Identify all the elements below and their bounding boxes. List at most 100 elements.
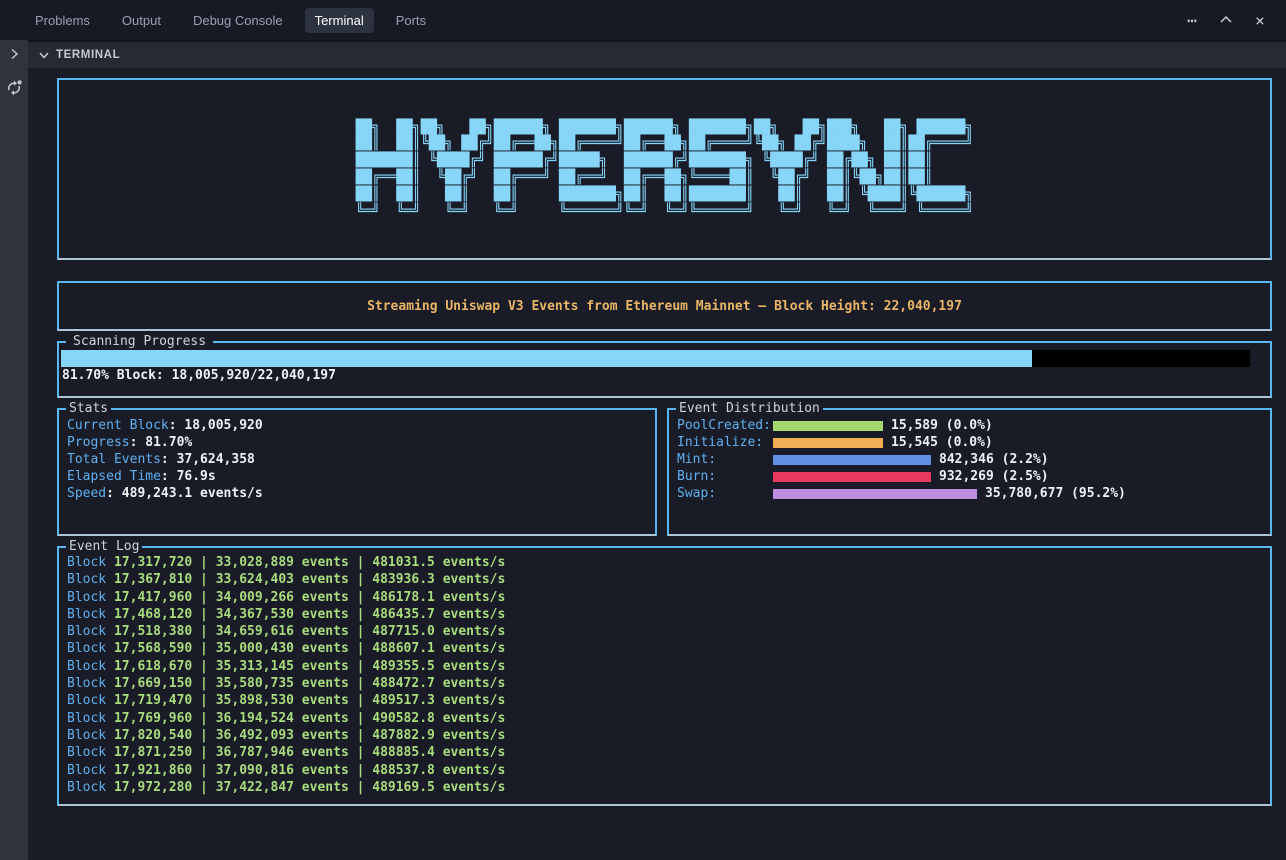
event-log-block-word: Block	[67, 763, 114, 778]
event-log-values: 17,871,250 | 36,787,946 events | 488885.…	[114, 745, 505, 760]
event-log-values: 17,820,540 | 36,492,093 events | 487882.…	[114, 728, 505, 743]
event-log-values: 17,719,470 | 35,898,530 events | 489517.…	[114, 693, 505, 708]
close-panel-icon[interactable]: ×	[1250, 10, 1270, 30]
event-log-row: Block 17,417,960 | 34,009,266 events | 4…	[67, 589, 1262, 606]
event-log-list: Block 17,317,720 | 33,028,889 events | 4…	[67, 554, 1262, 796]
event-log-block-word: Block	[67, 780, 114, 795]
event-log-values: 17,669,150 | 35,580,735 events | 488472.…	[114, 676, 505, 691]
distribution-value: 15,545 (0.0%)	[891, 435, 993, 450]
distribution-row: Swap:35,780,677 (95.2%)	[677, 485, 1262, 502]
side-strip	[0, 40, 28, 860]
stats-row: Elapsed Time: 76.9s	[67, 468, 647, 485]
banner-box: ██╗ ██╗██╗ ██╗██████╗ ███████╗██████╗ ██…	[57, 78, 1272, 260]
event-log-block-word: Block	[67, 728, 114, 743]
distribution-label: Burn:	[677, 469, 773, 484]
stats-value: : 489,243.1 events/s	[106, 486, 263, 501]
subtitle-box: Streaming Uniswap V3 Events from Ethereu…	[57, 281, 1272, 331]
stats-value: : 81.70%	[130, 435, 193, 450]
stats-box: Stats Current Block: 18,005,920Progress:…	[57, 408, 657, 536]
event-log-values: 17,972,280 | 37,422,847 events | 489169.…	[114, 780, 505, 795]
event-log-block-word: Block	[67, 590, 114, 605]
stats-label: Speed	[67, 486, 106, 501]
distribution-list: PoolCreated: 15,589 (0.0%) Initialize: 15,5…	[677, 417, 1262, 502]
stats-row: Total Events: 37,624,358	[67, 451, 647, 468]
event-log-title: Event Log	[66, 539, 142, 555]
event-log-block-word: Block	[67, 624, 114, 639]
sync-icon[interactable]	[0, 74, 28, 102]
distribution-bar	[773, 421, 883, 431]
scanning-progress-box: Scanning Progress 81.70% Block: 18,005,9…	[57, 341, 1272, 398]
event-log-row: Block 17,618,670 | 35,313,145 events | 4…	[67, 658, 1262, 675]
distribution-row: Initialize: 15,545 (0.0%)	[677, 434, 1262, 451]
event-log-block-word: Block	[67, 659, 114, 674]
scanning-progress-title: Scanning Progress	[66, 334, 213, 350]
expand-sidebar-chevron-icon[interactable]	[0, 40, 28, 68]
event-log-block-word: Block	[67, 572, 114, 587]
chevron-down-icon[interactable]	[38, 49, 50, 61]
stream-subtitle: Streaming Uniswap V3 Events from Ethereu…	[367, 299, 962, 314]
stats-list: Current Block: 18,005,920Progress: 81.70…	[67, 417, 647, 502]
terminal-output: ██╗ ██╗██╗ ██╗██████╗ ███████╗██████╗ ██…	[28, 68, 1286, 860]
distribution-label: Swap:	[677, 486, 773, 501]
tab-problems[interactable]: Problems	[25, 8, 100, 33]
event-log-values: 17,417,960 | 34,009,266 events | 486178.…	[114, 590, 505, 605]
event-log-values: 17,367,810 | 33,624,403 events | 483936.…	[114, 572, 505, 587]
stats-row: Current Block: 18,005,920	[67, 417, 647, 434]
event-log-row: Block 17,921,860 | 37,090,816 events | 4…	[67, 762, 1262, 779]
distribution-label: Initialize:	[677, 435, 773, 450]
distribution-value: 15,589 (0.0%)	[891, 418, 993, 433]
event-log-block-word: Block	[67, 693, 114, 708]
event-log-block-word: Block	[67, 676, 114, 691]
event-distribution-box: Event Distribution PoolCreated:15,589 (0…	[667, 408, 1272, 536]
event-distribution-title: Event Distribution	[676, 401, 823, 417]
tab-ports[interactable]: Ports	[386, 8, 436, 33]
distribution-row: Mint: 842,346 (2.2%)	[677, 451, 1262, 468]
distribution-label: PoolCreated:	[677, 418, 773, 433]
panel-tabs: Problems Output Debug Console Terminal Ports	[0, 8, 448, 33]
panel-tabbar: Problems Output Debug Console Terminal Ports…	[0, 0, 1286, 40]
event-log-block-word: Block	[67, 555, 114, 570]
distribution-value: 842,346 (2.2%)	[939, 452, 1049, 467]
progress-bar-fill	[61, 350, 1032, 367]
distribution-label: Mint:	[677, 452, 773, 467]
event-log-values: 17,769,960 | 36,194,524 events | 490582.…	[114, 711, 505, 726]
event-log-block-word: Block	[67, 711, 114, 726]
stats-label: Current Block	[67, 418, 169, 433]
terminal-panel-title: TERMINAL	[56, 49, 120, 61]
stats-label: Total Events	[67, 452, 161, 467]
event-log-block-word: Block	[67, 607, 114, 622]
event-log-values: 17,468,120 | 34,367,530 events | 486435.…	[114, 607, 505, 622]
event-log-row: Block 17,468,120 | 34,367,530 events | 4…	[67, 606, 1262, 623]
stats-label: Elapsed Time	[67, 469, 161, 484]
event-log-row: Block 17,669,150 | 35,580,735 events | 4…	[67, 675, 1262, 692]
event-log-row: Block 17,317,720 | 33,028,889 events | 4…	[67, 554, 1262, 571]
tab-terminal[interactable]: Terminal	[305, 8, 374, 33]
distribution-bar	[773, 455, 931, 465]
tab-debug-console[interactable]: Debug Console	[183, 8, 293, 33]
stats-title: Stats	[66, 401, 111, 417]
progress-label: 81.70% Block: 18,005,920/22,040,197	[62, 368, 1270, 383]
maximize-panel-icon[interactable]	[1216, 10, 1236, 30]
event-log-row: Block 17,769,960 | 36,194,524 events | 4…	[67, 710, 1262, 727]
distribution-row: Burn: 932,269 (2.5%)	[677, 468, 1262, 485]
panel-actions: ⋯ ×	[1182, 10, 1286, 30]
hypersync-ascii-banner: ██╗ ██╗██╗ ██╗██████╗ ███████╗██████╗ ██…	[356, 119, 974, 220]
distribution-bar	[773, 489, 977, 499]
event-log-values: 17,921,860 | 37,090,816 events | 488537.…	[114, 763, 505, 778]
stats-distribution-row: Stats Current Block: 18,005,920Progress:…	[57, 408, 1272, 536]
event-log-block-word: Block	[67, 745, 114, 760]
event-log-values: 17,317,720 | 33,028,889 events | 481031.…	[114, 555, 505, 570]
event-log-values: 17,618,670 | 35,313,145 events | 489355.…	[114, 659, 505, 674]
event-log-values: 17,568,590 | 35,000,430 events | 488607.…	[114, 641, 505, 656]
distribution-row: PoolCreated: 15,589 (0.0%)	[677, 417, 1262, 434]
more-actions-icon[interactable]: ⋯	[1182, 10, 1202, 30]
distribution-bar	[773, 438, 883, 448]
event-log-row: Block 17,972,280 | 37,422,847 events | 4…	[67, 779, 1262, 796]
event-log-block-word: Block	[67, 641, 114, 656]
distribution-value: 932,269 (2.5%)	[939, 469, 1049, 484]
event-log-row: Block 17,719,470 | 35,898,530 events | 4…	[67, 692, 1262, 709]
event-log-row: Block 17,518,380 | 34,659,616 events | 4…	[67, 623, 1262, 640]
tab-output[interactable]: Output	[112, 8, 171, 33]
event-log-row: Block 17,871,250 | 36,787,946 events | 4…	[67, 744, 1262, 761]
event-log-box: Event Log Block 17,317,720 | 33,028,889 …	[57, 546, 1272, 806]
